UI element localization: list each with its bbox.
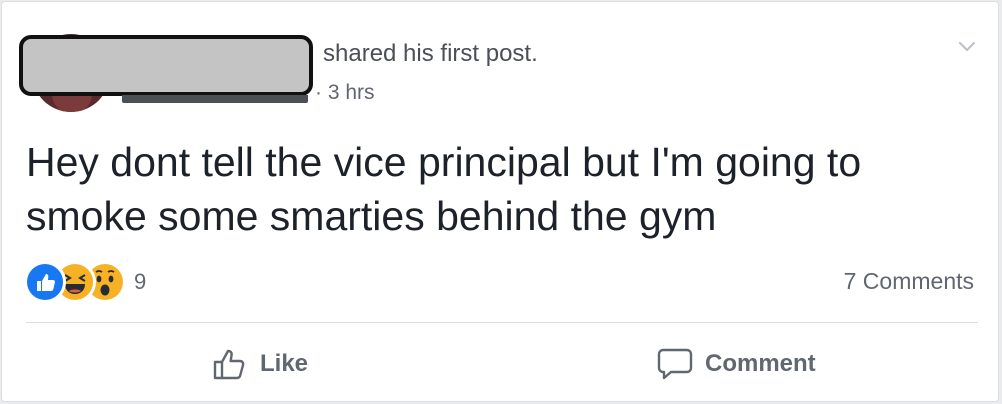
comment-button[interactable]: Comment bbox=[657, 339, 816, 389]
reaction-count[interactable]: 9 bbox=[134, 269, 146, 295]
thumbs-up-icon bbox=[212, 347, 248, 381]
like-button[interactable]: Like bbox=[212, 339, 308, 389]
post-timestamp[interactable]: · 3 hrs bbox=[315, 81, 375, 105]
like-label: Like bbox=[260, 350, 309, 377]
comment-bubble-icon bbox=[657, 347, 693, 381]
comments-count-link[interactable]: 7 Comments bbox=[844, 268, 974, 295]
like-icon bbox=[24, 261, 66, 303]
redacted-author-name bbox=[19, 35, 313, 96]
divider bbox=[26, 322, 978, 323]
comment-label: Comment bbox=[705, 350, 816, 377]
post-author-action: shared his first post. bbox=[323, 40, 538, 67]
post-text: Hey dont tell the vice principal but I'm… bbox=[26, 139, 862, 239]
chevron-down-icon[interactable] bbox=[957, 36, 977, 56]
post-card: shared his first post. · 3 hrs Hey dont … bbox=[1, 1, 999, 402]
reactions-summary[interactable]: 9 bbox=[24, 261, 146, 303]
